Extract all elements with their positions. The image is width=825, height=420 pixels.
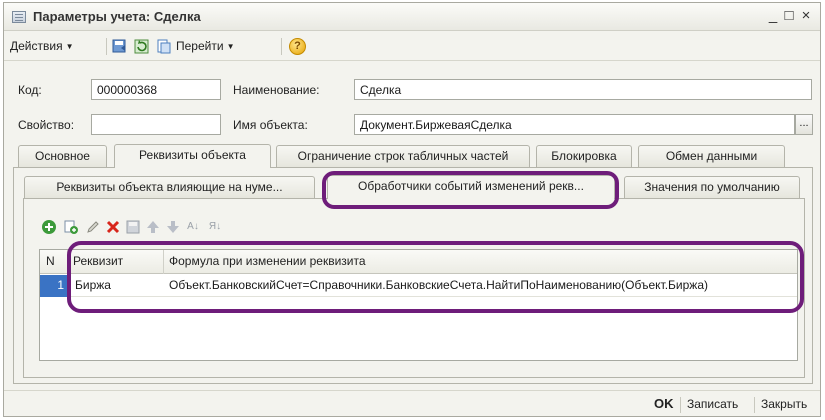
window-icon bbox=[12, 11, 26, 23]
add-icon[interactable] bbox=[41, 219, 57, 235]
formula-table[interactable]: N Реквизит Формула при изменении реквизи… bbox=[39, 249, 798, 361]
tab-table-row-restrictions[interactable]: Ограничение строк табличных частей bbox=[276, 145, 530, 167]
delete-icon[interactable] bbox=[105, 219, 121, 235]
property-label: Свойство: bbox=[18, 118, 75, 132]
attribute-cell[interactable]: Биржа bbox=[68, 275, 164, 297]
footer-bar: OK Записать Закрыть bbox=[4, 390, 820, 416]
table-header: N Реквизит Формула при изменении реквизи… bbox=[40, 250, 797, 274]
save-button[interactable]: Записать bbox=[687, 397, 738, 411]
copy-row-icon[interactable] bbox=[63, 219, 79, 235]
select-object-button[interactable]: ... bbox=[795, 114, 813, 135]
code-field[interactable]: 000000368 bbox=[91, 79, 221, 100]
tab-main[interactable]: Основное bbox=[18, 145, 107, 167]
object-name-field[interactable]: Документ.БиржеваяСделка bbox=[354, 114, 795, 135]
grid-toolbar: A↓ Я↓ bbox=[41, 219, 341, 237]
subtab-numbering-attributes[interactable]: Реквизиты объекта влияющие на нуме... bbox=[24, 176, 315, 198]
chevron-down-icon: ▼ bbox=[65, 42, 74, 51]
toolbar-separator bbox=[106, 38, 107, 55]
column-header-formula[interactable]: Формула при изменении реквизита bbox=[164, 250, 797, 274]
help-icon[interactable]: ? bbox=[289, 38, 306, 55]
end-edit-icon[interactable] bbox=[125, 219, 141, 235]
title-bar: Параметры учета: Сделка _ □ × bbox=[4, 3, 820, 31]
table-row[interactable]: 1 Биржа Объект.БанковскийСчет=Справочник… bbox=[40, 275, 797, 297]
goto-menu-label: Перейти bbox=[176, 39, 224, 53]
object-name-label: Имя объекта: bbox=[233, 118, 308, 132]
tab-object-attributes[interactable]: Реквизиты объекта bbox=[114, 144, 271, 168]
move-down-icon[interactable] bbox=[165, 219, 181, 235]
subtab-change-handlers[interactable]: Обработчики событий изменений рекв... bbox=[327, 175, 615, 199]
chevron-down-icon: ▼ bbox=[226, 42, 235, 51]
close-icon[interactable]: × bbox=[797, 7, 815, 24]
tab-locking[interactable]: Блокировка bbox=[536, 145, 632, 167]
refresh-icon[interactable] bbox=[134, 39, 149, 54]
column-header-attribute[interactable]: Реквизит bbox=[68, 250, 164, 274]
maximize-icon[interactable]: □ bbox=[780, 7, 798, 24]
name-field[interactable]: Сделка bbox=[354, 79, 812, 100]
formula-cell[interactable]: Объект.БанковскийСчет=Справочники.Банков… bbox=[164, 275, 797, 297]
window-title: Параметры учета: Сделка bbox=[33, 9, 201, 24]
sort-desc-icon[interactable]: Я↓ bbox=[207, 219, 223, 235]
actions-menu[interactable]: Действия ▼ bbox=[10, 39, 74, 53]
row-number-cell: 1 bbox=[40, 275, 68, 297]
code-label: Код: bbox=[18, 83, 42, 97]
column-header-n[interactable]: N bbox=[40, 250, 68, 274]
toolbar-separator bbox=[281, 38, 282, 55]
property-field[interactable] bbox=[91, 114, 221, 135]
settings-window: Параметры учета: Сделка _ □ × Действия ▼ … bbox=[3, 2, 821, 417]
footer-separator bbox=[680, 397, 681, 413]
ok-button[interactable]: OK bbox=[654, 396, 674, 411]
sort-asc-icon[interactable]: A↓ bbox=[185, 219, 201, 235]
footer-separator bbox=[754, 397, 755, 413]
goto-menu[interactable]: Перейти ▼ bbox=[176, 39, 234, 53]
main-toolbar: Действия ▼ Перейти ▼ ? bbox=[4, 32, 820, 61]
actions-menu-label: Действия bbox=[10, 39, 63, 53]
copy-doc-icon[interactable] bbox=[156, 39, 171, 54]
save-and-close-icon[interactable] bbox=[112, 39, 127, 54]
subtab-default-values[interactable]: Значения по умолчанию bbox=[624, 176, 800, 198]
tab-data-exchange[interactable]: Обмен данными bbox=[638, 145, 785, 167]
close-button[interactable]: Закрыть bbox=[761, 397, 807, 411]
name-label: Наименование: bbox=[233, 83, 320, 97]
move-up-icon[interactable] bbox=[145, 219, 161, 235]
edit-icon[interactable] bbox=[85, 219, 101, 235]
